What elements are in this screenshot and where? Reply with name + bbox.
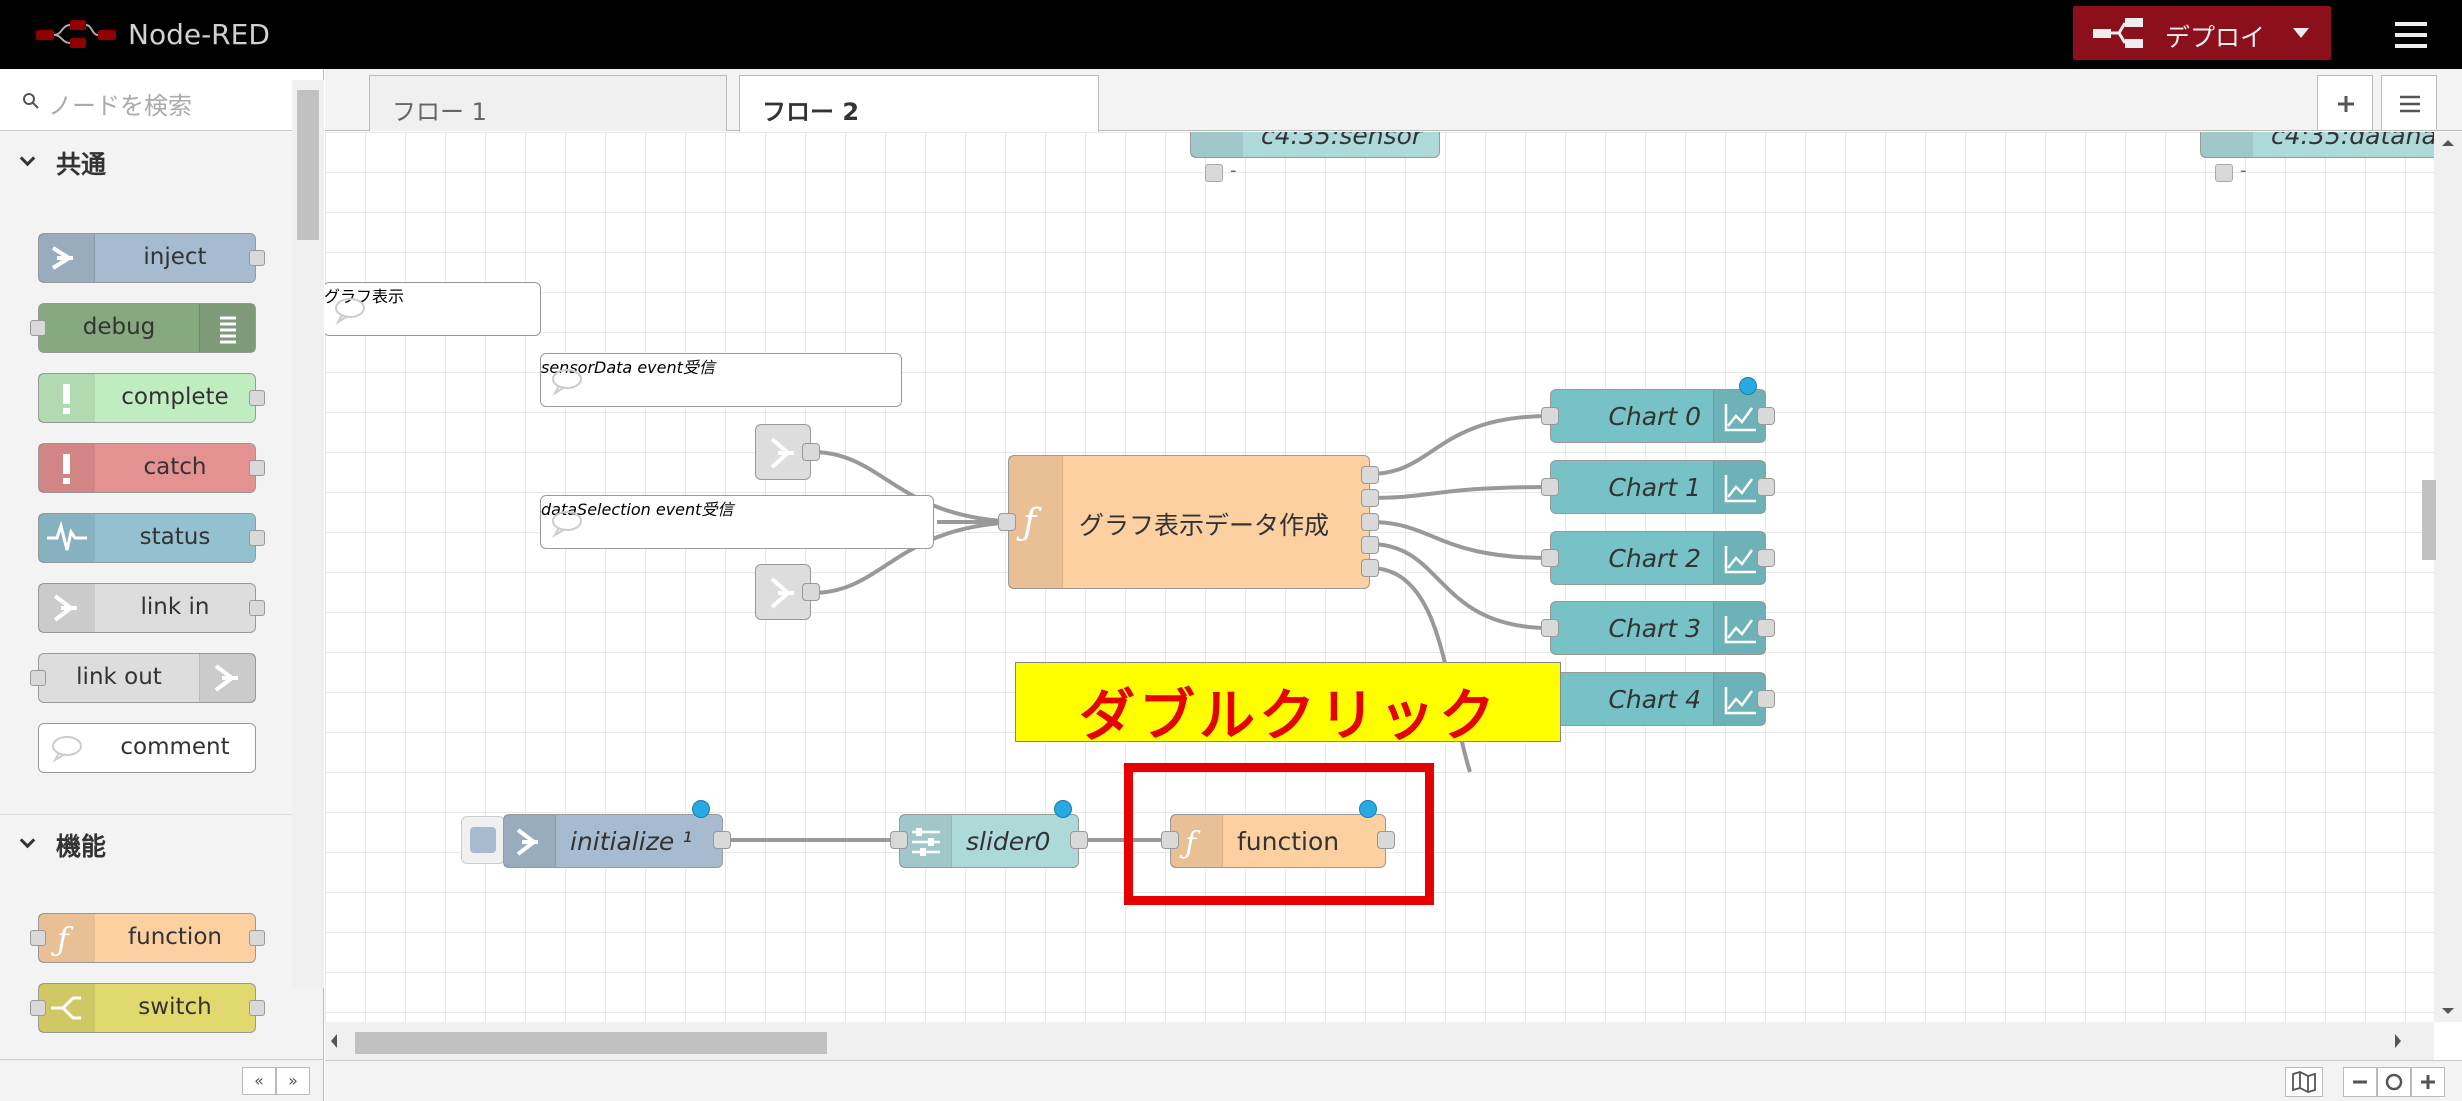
comment-icon [552, 511, 582, 538]
palette-node-catch[interactable]: catch [38, 443, 256, 493]
scroll-right-icon [2395, 1034, 2401, 1048]
palette-node-inject[interactable]: inject [38, 233, 256, 283]
tab-flow-1[interactable]: フロー 1 [369, 75, 727, 131]
plus-icon [2338, 96, 2354, 112]
comment-node[interactable]: sensorData event受信 [540, 353, 902, 407]
zoom-reset-icon[interactable] [2377, 1067, 2411, 1097]
chevron-down-icon [19, 150, 36, 167]
hamburger-menu-icon[interactable] [2395, 22, 2427, 48]
function-icon: ƒ [1009, 456, 1063, 588]
changed-indicator [692, 800, 710, 818]
workspace-footer [325, 1060, 2462, 1101]
chart-node[interactable]: Chart 4 [1550, 672, 1766, 726]
flow-node-sensor[interactable]: c4:35:sensor [1190, 132, 1440, 158]
highlight-rectangle [1124, 763, 1434, 905]
palette-node-function[interactable]: ƒ function [38, 913, 256, 963]
search-icon [23, 93, 39, 109]
function-icon: ƒ [39, 914, 95, 962]
svg-text:ƒ: ƒ [51, 920, 74, 958]
flow-node-datana[interactable]: c4:35:datana [2200, 132, 2434, 158]
svg-text:ƒ: ƒ [1016, 502, 1042, 543]
slider-node[interactable]: slider0 [899, 814, 1079, 868]
expand-all-icon[interactable]: » [276, 1067, 310, 1095]
link-in-icon [39, 584, 95, 632]
add-tab-button[interactable] [2317, 75, 2373, 131]
search-input[interactable]: ノードを検索 [48, 86, 192, 121]
node-palette: ノードを検索 共通 inject debug complete catch st… [0, 69, 324, 1059]
palette-node-debug[interactable]: debug [38, 303, 256, 353]
scroll-down-icon [2442, 1008, 2454, 1014]
workspace-tabs: フロー 1 フロー 2 [325, 69, 2462, 132]
tab-flow-2[interactable]: フロー 2 [739, 75, 1099, 132]
workspace-horizontal-thumb[interactable] [355, 1032, 827, 1054]
inject-trigger-button[interactable] [461, 816, 505, 864]
category-label: 共通 [56, 150, 107, 179]
category-header-common[interactable]: 共通 [0, 133, 292, 187]
comment-icon [335, 298, 365, 325]
pulse-icon [39, 514, 95, 562]
deploy-icon [2093, 18, 2143, 48]
palette-node-complete[interactable]: complete [38, 373, 256, 423]
palette-footer: « » [0, 1059, 324, 1101]
app-title: Node-RED [128, 18, 270, 51]
arrow-in-icon [39, 234, 95, 282]
palette-node-link-out[interactable]: link out [38, 653, 256, 703]
chart-node[interactable]: Chart 0 [1550, 389, 1766, 443]
zoom-in-icon[interactable] [2411, 1067, 2445, 1097]
chart-node[interactable]: Chart 2 [1550, 531, 1766, 585]
palette-node-status[interactable]: status [38, 513, 256, 563]
workspace-vertical-thumb[interactable] [2422, 480, 2436, 560]
annotation-callout: ダブルクリック [1015, 662, 1561, 749]
comment-icon [39, 724, 95, 772]
list-icon [2400, 95, 2420, 113]
node-red-logo-icon [36, 20, 116, 48]
palette-node-comment[interactable]: comment [38, 723, 256, 773]
exclamation-icon [39, 374, 95, 422]
deploy-button[interactable]: デプロイ [2073, 6, 2331, 60]
annotation-text: ダブルクリック [1079, 684, 1499, 749]
changed-indicator [1054, 800, 1072, 818]
category-header-function[interactable]: 機能 [0, 814, 292, 868]
palette-search[interactable]: ノードを検索 [0, 69, 323, 131]
exclamation-icon [39, 444, 95, 492]
comment-icon [552, 369, 582, 396]
collapse-all-icon[interactable]: « [242, 1067, 276, 1095]
arrow-in-icon [504, 815, 556, 867]
chart-node[interactable]: Chart 1 [1550, 460, 1766, 514]
category-label: 機能 [56, 832, 107, 861]
switch-icon [39, 984, 95, 1032]
palette-node-link-in[interactable]: link in [38, 583, 256, 633]
palette-node-switch[interactable]: switch [38, 983, 256, 1033]
link-out-icon [199, 654, 255, 702]
header-bar: Node-RED デプロイ [0, 0, 2462, 69]
function-node-graph-data[interactable]: ƒ グラフ表示データ作成 [1008, 455, 1370, 589]
inject-node-initialize[interactable]: initialize ¹ [503, 814, 723, 868]
workspace-vertical-scrollbar[interactable] [2434, 132, 2462, 1022]
scroll-up-icon [2442, 140, 2454, 146]
list-icon [199, 304, 255, 352]
comment-node[interactable]: dataSelection event受信 [540, 495, 934, 549]
changed-indicator [1739, 377, 1757, 395]
zoom-out-icon[interactable] [2343, 1067, 2377, 1097]
chevron-down-icon [19, 832, 36, 849]
comment-node[interactable]: グラフ表示 [325, 282, 541, 336]
tab-list-button[interactable] [2381, 75, 2437, 131]
navigator-map-icon[interactable] [2285, 1067, 2323, 1097]
scroll-left-icon [331, 1034, 337, 1048]
deploy-label: デプロイ [2165, 23, 2266, 52]
palette-scroll-thumb[interactable] [297, 90, 319, 240]
chevron-down-icon[interactable] [2293, 28, 2309, 38]
chart-node[interactable]: Chart 3 [1550, 601, 1766, 655]
